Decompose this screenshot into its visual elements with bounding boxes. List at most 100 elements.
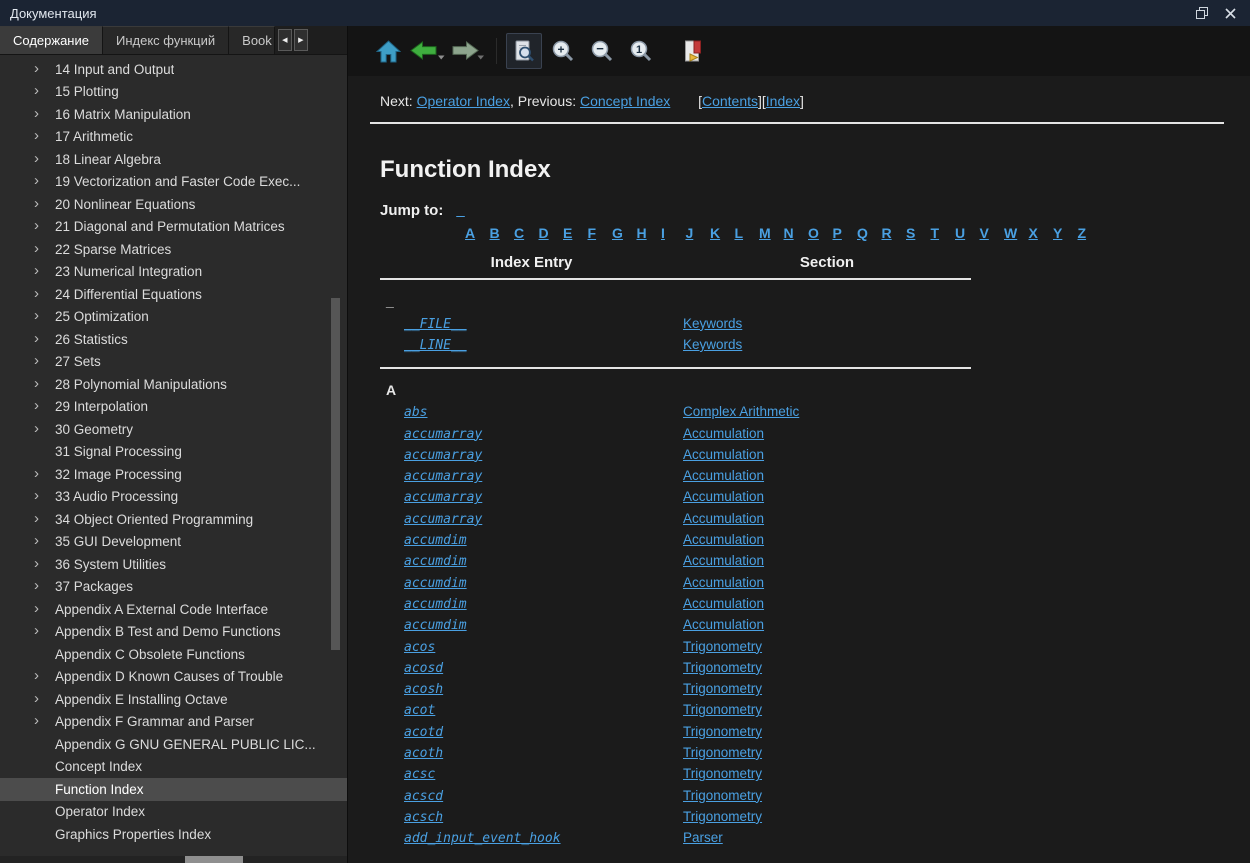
tab-scroll-left-button[interactable]: ◀ bbox=[278, 29, 292, 51]
tree-item[interactable]: Function Index bbox=[0, 778, 347, 801]
expand-chevron-icon[interactable]: › bbox=[34, 83, 55, 98]
back-button[interactable] bbox=[409, 33, 445, 69]
function-entry-link[interactable]: accumarray bbox=[404, 427, 482, 442]
function-entry-link[interactable]: acotd bbox=[404, 725, 443, 740]
jump-letter-link[interactable]: T bbox=[931, 225, 956, 241]
tree-item[interactable]: ›26 Statistics bbox=[0, 328, 347, 351]
tree-item[interactable]: ›Appendix F Grammar and Parser bbox=[0, 711, 347, 734]
tree-item[interactable]: Appendix C Obsolete Functions bbox=[0, 643, 347, 666]
tree-item[interactable]: ›23 Numerical Integration bbox=[0, 261, 347, 284]
expand-chevron-icon[interactable]: › bbox=[34, 421, 55, 436]
expand-chevron-icon[interactable]: › bbox=[34, 286, 55, 301]
expand-chevron-icon[interactable]: › bbox=[34, 128, 55, 143]
title-bar[interactable]: Документация bbox=[0, 0, 1250, 26]
tab-bookmarks[interactable]: Book bbox=[229, 26, 275, 54]
jump-letter-link[interactable]: V bbox=[980, 225, 1005, 241]
function-entry-link[interactable]: acoth bbox=[404, 746, 443, 761]
zoom-original-button[interactable]: 1 bbox=[623, 33, 659, 69]
jump-letter-link[interactable]: Z bbox=[1078, 225, 1103, 241]
function-entry-link[interactable]: acosh bbox=[404, 682, 443, 697]
section-link[interactable]: Accumulation bbox=[683, 511, 764, 526]
tree-item[interactable]: ›18 Linear Algebra bbox=[0, 148, 347, 171]
tree-item[interactable]: ›16 Matrix Manipulation bbox=[0, 103, 347, 126]
function-entry-link[interactable]: add_input_event_hook bbox=[404, 831, 561, 846]
function-entry-link[interactable]: accumdim bbox=[404, 576, 467, 591]
expand-chevron-icon[interactable]: › bbox=[34, 533, 55, 548]
tree-item[interactable]: ›37 Packages bbox=[0, 576, 347, 599]
jump-letter-link[interactable]: U bbox=[955, 225, 980, 241]
tree-item[interactable]: ›17 Arithmetic bbox=[0, 126, 347, 149]
jump-letter-link[interactable]: M bbox=[759, 225, 784, 241]
tree-item[interactable]: ›21 Diagonal and Permutation Matrices bbox=[0, 216, 347, 239]
jump-letter-link[interactable]: O bbox=[808, 225, 833, 241]
function-entry-link[interactable]: accumdim bbox=[404, 618, 467, 633]
section-link[interactable]: Trigonometry bbox=[683, 681, 762, 696]
expand-chevron-icon[interactable]: › bbox=[34, 466, 55, 481]
section-link[interactable]: Keywords bbox=[683, 337, 742, 352]
expand-chevron-icon[interactable]: › bbox=[34, 106, 55, 121]
tree-item[interactable]: ›24 Differential Equations bbox=[0, 283, 347, 306]
section-link[interactable]: Keywords bbox=[683, 316, 742, 331]
section-link[interactable]: Trigonometry bbox=[683, 788, 762, 803]
expand-chevron-icon[interactable]: › bbox=[34, 151, 55, 166]
jump-letter-link[interactable]: H bbox=[637, 225, 662, 241]
expand-chevron-icon[interactable]: › bbox=[34, 511, 55, 526]
tab-contents[interactable]: Содержание bbox=[0, 26, 103, 54]
previous-link[interactable]: Concept Index bbox=[580, 93, 670, 109]
tree-item[interactable]: ›14 Input and Output bbox=[0, 58, 347, 81]
tree-item[interactable]: ›Appendix E Installing Octave bbox=[0, 688, 347, 711]
contents-link[interactable]: Contents bbox=[702, 93, 758, 109]
function-entry-link[interactable]: accumdim bbox=[404, 597, 467, 612]
find-in-page-button[interactable] bbox=[506, 33, 542, 69]
jump-letter-link[interactable]: Y bbox=[1053, 225, 1078, 241]
tree-item[interactable]: 31 Signal Processing bbox=[0, 441, 347, 464]
jump-letter-link[interactable]: P bbox=[833, 225, 858, 241]
jump-letter-link[interactable]: A bbox=[465, 225, 490, 241]
function-entry-link[interactable]: __LINE__ bbox=[404, 338, 467, 353]
section-link[interactable]: Accumulation bbox=[683, 617, 764, 632]
function-entry-link[interactable]: accumarray bbox=[404, 448, 482, 463]
expand-chevron-icon[interactable]: › bbox=[34, 196, 55, 211]
tree-item[interactable]: ›35 GUI Development bbox=[0, 531, 347, 554]
expand-chevron-icon[interactable]: › bbox=[34, 331, 55, 346]
tree-item[interactable]: Graphics Properties Index bbox=[0, 823, 347, 846]
zoom-out-button[interactable]: − bbox=[584, 33, 620, 69]
function-entry-link[interactable]: __FILE__ bbox=[404, 317, 467, 332]
jump-letter-link[interactable]: Q bbox=[857, 225, 882, 241]
section-link[interactable]: Trigonometry bbox=[683, 809, 762, 824]
function-entry-link[interactable]: accumarray bbox=[404, 469, 482, 484]
function-entry-link[interactable]: accumdim bbox=[404, 554, 467, 569]
expand-chevron-icon[interactable]: › bbox=[34, 173, 55, 188]
tree-item[interactable]: ›36 System Utilities bbox=[0, 553, 347, 576]
tree-horizontal-scrollbar-thumb[interactable] bbox=[185, 856, 243, 863]
expand-chevron-icon[interactable]: › bbox=[34, 61, 55, 76]
expand-chevron-icon[interactable]: › bbox=[34, 398, 55, 413]
tree-item[interactable]: ›Appendix B Test and Demo Functions bbox=[0, 621, 347, 644]
tree-item[interactable]: ›30 Geometry bbox=[0, 418, 347, 441]
jump-letter-link[interactable]: G bbox=[612, 225, 637, 241]
jump-letter-link[interactable]: N bbox=[784, 225, 809, 241]
expand-chevron-icon[interactable]: › bbox=[34, 556, 55, 571]
index-link[interactable]: Index bbox=[766, 93, 800, 109]
expand-chevron-icon[interactable]: › bbox=[34, 488, 55, 503]
tree-item[interactable]: ›20 Nonlinear Equations bbox=[0, 193, 347, 216]
section-link[interactable]: Accumulation bbox=[683, 596, 764, 611]
section-link[interactable]: Accumulation bbox=[683, 553, 764, 568]
tree-item[interactable]: ›15 Plotting bbox=[0, 81, 347, 104]
tree-item[interactable]: Concept Index bbox=[0, 756, 347, 779]
function-entry-link[interactable]: acscd bbox=[404, 789, 443, 804]
tree-item[interactable]: ›Appendix D Known Causes of Trouble bbox=[0, 666, 347, 689]
section-link[interactable]: Trigonometry bbox=[683, 724, 762, 739]
expand-chevron-icon[interactable]: › bbox=[34, 376, 55, 391]
jump-letter-link[interactable]: J bbox=[686, 225, 711, 241]
jump-underscore-link[interactable]: _ bbox=[456, 202, 464, 219]
tree-item[interactable]: ›33 Audio Processing bbox=[0, 486, 347, 509]
tree-item[interactable]: ›32 Image Processing bbox=[0, 463, 347, 486]
section-link[interactable]: Trigonometry bbox=[683, 639, 762, 654]
expand-chevron-icon[interactable]: › bbox=[34, 263, 55, 278]
tree-horizontal-scrollbar[interactable] bbox=[0, 856, 347, 863]
jump-letter-link[interactable]: C bbox=[514, 225, 539, 241]
expand-chevron-icon[interactable]: › bbox=[34, 308, 55, 323]
tree-item[interactable]: ›19 Vectorization and Faster Code Exec..… bbox=[0, 171, 347, 194]
tree-item[interactable]: ›22 Sparse Matrices bbox=[0, 238, 347, 261]
